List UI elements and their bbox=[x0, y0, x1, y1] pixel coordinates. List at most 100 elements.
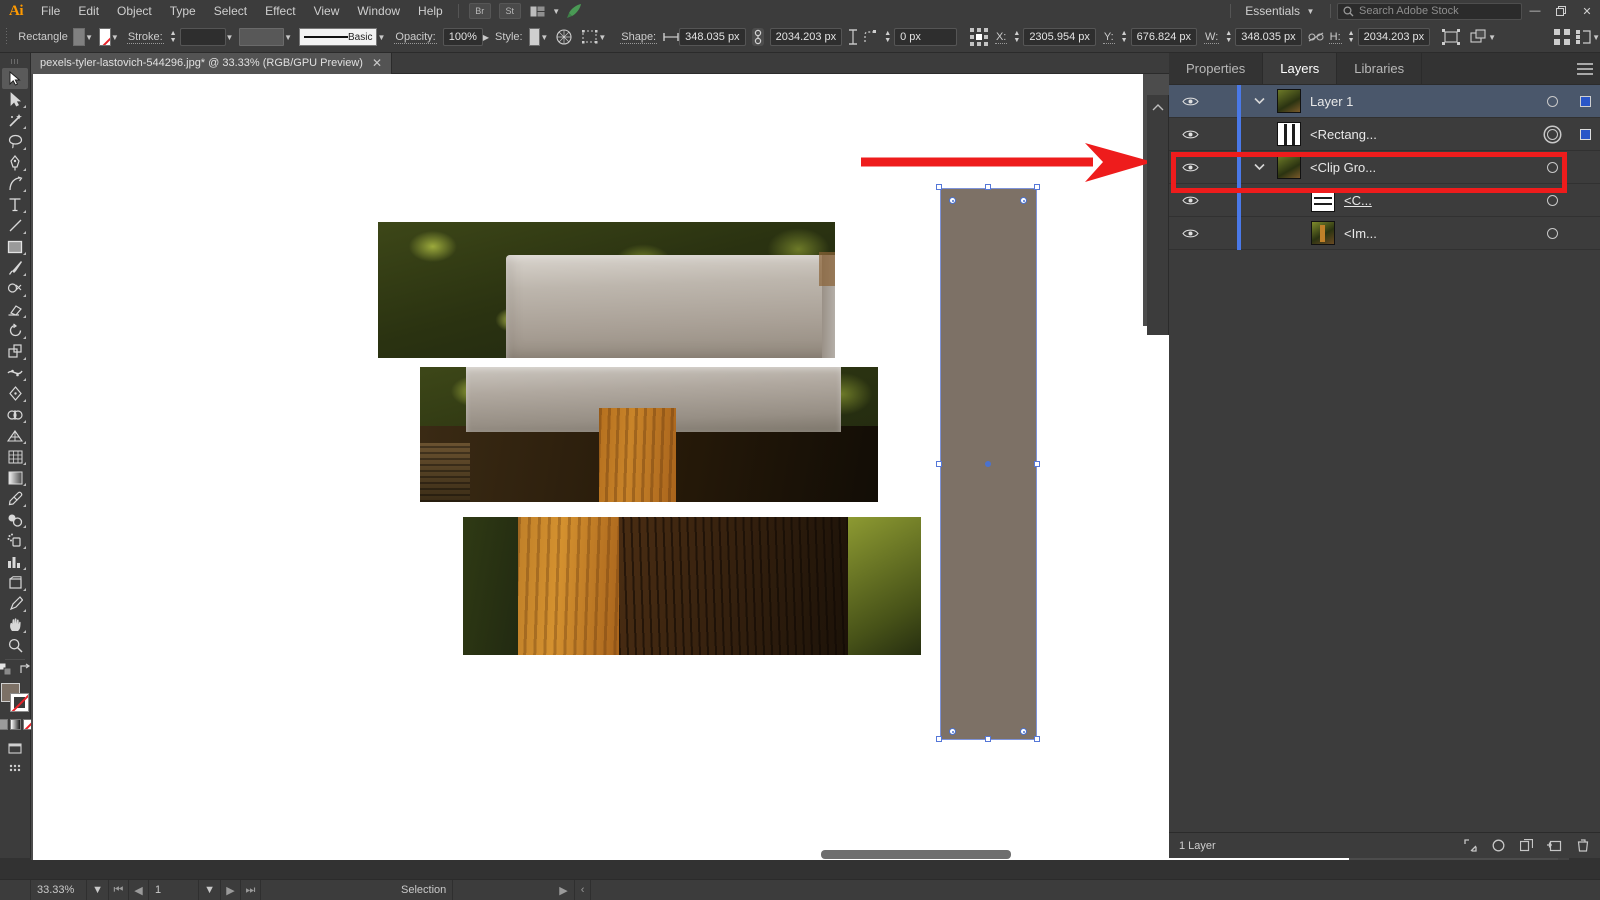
stroke-definition-chevron-down-icon[interactable]: ▼ bbox=[377, 28, 385, 46]
layer-row-layer-1[interactable]: Layer 1 bbox=[1169, 84, 1600, 118]
image-strip-stump[interactable] bbox=[463, 517, 921, 655]
selection-handle-bc[interactable] bbox=[985, 736, 991, 742]
arrange-chevron-down-icon[interactable]: ▼ bbox=[1488, 28, 1496, 46]
layer-row-clip-group[interactable]: <Clip Gro... bbox=[1169, 150, 1600, 184]
symbol-sprayer-tool[interactable] bbox=[2, 530, 28, 551]
graphic-style-swatch[interactable] bbox=[528, 28, 541, 46]
zoom-tool[interactable] bbox=[2, 635, 28, 656]
layer-row-clip-path[interactable]: <C... bbox=[1169, 183, 1600, 217]
direct-selection-tool[interactable] bbox=[2, 89, 28, 110]
corner-radius-widget-br[interactable] bbox=[1020, 728, 1027, 735]
make-clipping-mask-icon[interactable] bbox=[1491, 839, 1506, 853]
selection-tool[interactable] bbox=[2, 68, 28, 89]
arrange-objects-icon[interactable] bbox=[1470, 27, 1488, 47]
w-stepper[interactable]: ▲ ▼ bbox=[1225, 30, 1232, 44]
corner-type-icon[interactable] bbox=[863, 27, 878, 47]
corner-radius-widget-tr[interactable] bbox=[1020, 197, 1027, 204]
layer-name-rectangle[interactable]: <Rectang... bbox=[1310, 127, 1534, 142]
selection-handle-tl[interactable] bbox=[936, 184, 942, 190]
corner-radius-widget-tl[interactable] bbox=[949, 197, 956, 204]
corner-radius-field[interactable]: 0 px bbox=[894, 28, 957, 46]
layer-name-clip-group[interactable]: <Clip Gro... bbox=[1310, 160, 1534, 175]
menu-file[interactable]: File bbox=[32, 0, 69, 22]
stroke-profile-field[interactable] bbox=[239, 28, 285, 46]
shape-height-field[interactable]: 2034.203 px bbox=[769, 28, 843, 46]
mesh-tool[interactable] bbox=[2, 446, 28, 467]
target-indicator-clip-group[interactable] bbox=[1534, 161, 1570, 173]
image-strip-blade-handle[interactable] bbox=[420, 367, 878, 502]
select-similar-icon[interactable] bbox=[582, 27, 598, 47]
layer-name-clip-path[interactable]: <C... bbox=[1344, 193, 1534, 208]
artboard-number-field[interactable]: 1 bbox=[149, 879, 199, 900]
menu-help[interactable]: Help bbox=[409, 0, 452, 22]
edit-toolbar-icon[interactable] bbox=[2, 759, 28, 780]
bridge-button[interactable]: Br bbox=[468, 3, 491, 19]
style-chevron-down-icon[interactable]: ▼ bbox=[540, 28, 548, 46]
fill-swatch-button[interactable] bbox=[73, 28, 86, 46]
free-transform-tool[interactable] bbox=[2, 383, 28, 404]
discover-rocket-icon[interactable] bbox=[565, 3, 585, 19]
arrange-documents-chevron-down-icon[interactable]: ▼ bbox=[551, 2, 562, 20]
stroke-chevron-down-icon[interactable]: ▼ bbox=[111, 28, 119, 46]
workspace-switcher[interactable]: Essentials ▼ bbox=[1237, 2, 1324, 20]
status-scroll-icon[interactable]: ‹ bbox=[575, 879, 592, 900]
pen-tool[interactable] bbox=[2, 152, 28, 173]
layer-row-image[interactable]: <Im... bbox=[1169, 216, 1600, 250]
transparency-grid-icon[interactable] bbox=[556, 27, 572, 47]
screen-mode-icon[interactable] bbox=[2, 738, 28, 759]
target-indicator-image[interactable] bbox=[1534, 227, 1570, 239]
shape-builder-tool[interactable] bbox=[2, 404, 28, 425]
stock-button[interactable]: St bbox=[498, 3, 521, 19]
eraser-tool[interactable] bbox=[2, 299, 28, 320]
stroke-swatch-button[interactable] bbox=[99, 28, 111, 46]
target-indicator-clip-path[interactable] bbox=[1534, 194, 1570, 206]
canvas-horizontal-scroll-thumb[interactable] bbox=[821, 850, 1011, 859]
stroke-weight-field[interactable] bbox=[179, 28, 226, 46]
visibility-eye-icon-clip-path[interactable] bbox=[1169, 195, 1211, 206]
visibility-eye-icon-clip-group[interactable] bbox=[1169, 162, 1211, 173]
previous-artboard-button[interactable]: ◀ bbox=[129, 879, 149, 900]
swap-fill-stroke-icon[interactable] bbox=[18, 663, 31, 679]
distribute-objects-icon[interactable] bbox=[1576, 27, 1592, 47]
artboard-chevron-down-icon[interactable]: ▼ bbox=[199, 879, 221, 900]
target-indicator-rectangle[interactable] bbox=[1534, 128, 1570, 140]
control-bar-grip[interactable] bbox=[4, 28, 8, 46]
menu-edit[interactable]: Edit bbox=[69, 0, 108, 22]
selection-handle-tc[interactable] bbox=[985, 184, 991, 190]
last-artboard-button[interactable]: ⏭ bbox=[241, 879, 261, 900]
create-new-layer-icon[interactable] bbox=[1547, 839, 1562, 853]
y-position-field[interactable]: 676.824 px bbox=[1130, 28, 1198, 46]
y-stepper[interactable]: ▲ ▼ bbox=[1121, 30, 1128, 44]
zoom-chevron-down-icon[interactable]: ▼ bbox=[87, 879, 109, 900]
gradient-tool[interactable] bbox=[2, 467, 28, 488]
rotate-tool[interactable] bbox=[2, 320, 28, 341]
blend-tool[interactable] bbox=[2, 509, 28, 530]
menu-effect[interactable]: Effect bbox=[256, 0, 304, 22]
stroke-weight-label[interactable]: Stroke: bbox=[126, 31, 164, 44]
width-field[interactable]: 348.035 px bbox=[1235, 28, 1302, 46]
stroke-profile-chevron-down-icon[interactable]: ▼ bbox=[284, 28, 292, 46]
menu-type[interactable]: Type bbox=[161, 0, 205, 22]
shape-width-field[interactable]: 348.035 px bbox=[679, 28, 746, 46]
visibility-eye-icon-rectangle[interactable] bbox=[1169, 129, 1211, 140]
width-tool[interactable] bbox=[2, 362, 28, 383]
constrain-proportions-icon[interactable] bbox=[1307, 27, 1325, 47]
tab-layers[interactable]: Layers bbox=[1263, 53, 1338, 84]
panel-collapse-strip[interactable] bbox=[1147, 95, 1169, 335]
opacity-field[interactable]: 100% bbox=[442, 28, 483, 46]
create-new-sublayer-icon[interactable] bbox=[1519, 839, 1534, 853]
default-fill-stroke-icon[interactable] bbox=[0, 662, 12, 679]
select-similar-chevron-down-icon[interactable]: ▼ bbox=[598, 28, 606, 46]
locate-object-icon[interactable] bbox=[1463, 839, 1478, 853]
menu-window[interactable]: Window bbox=[348, 0, 409, 22]
selection-handle-ml[interactable] bbox=[936, 461, 942, 467]
menu-view[interactable]: View bbox=[305, 0, 349, 22]
stroke-definition-button[interactable]: Basic bbox=[299, 28, 378, 46]
menu-object[interactable]: Object bbox=[108, 0, 161, 22]
zoom-level-field[interactable]: 33.33% bbox=[31, 879, 87, 900]
reference-point-selector[interactable] bbox=[969, 27, 989, 47]
visibility-eye-icon-image[interactable] bbox=[1169, 228, 1211, 239]
corner-radius-widget-bl[interactable] bbox=[949, 728, 956, 735]
x-position-field[interactable]: 2305.954 px bbox=[1023, 28, 1096, 46]
tools-panel-grip[interactable] bbox=[11, 59, 19, 64]
